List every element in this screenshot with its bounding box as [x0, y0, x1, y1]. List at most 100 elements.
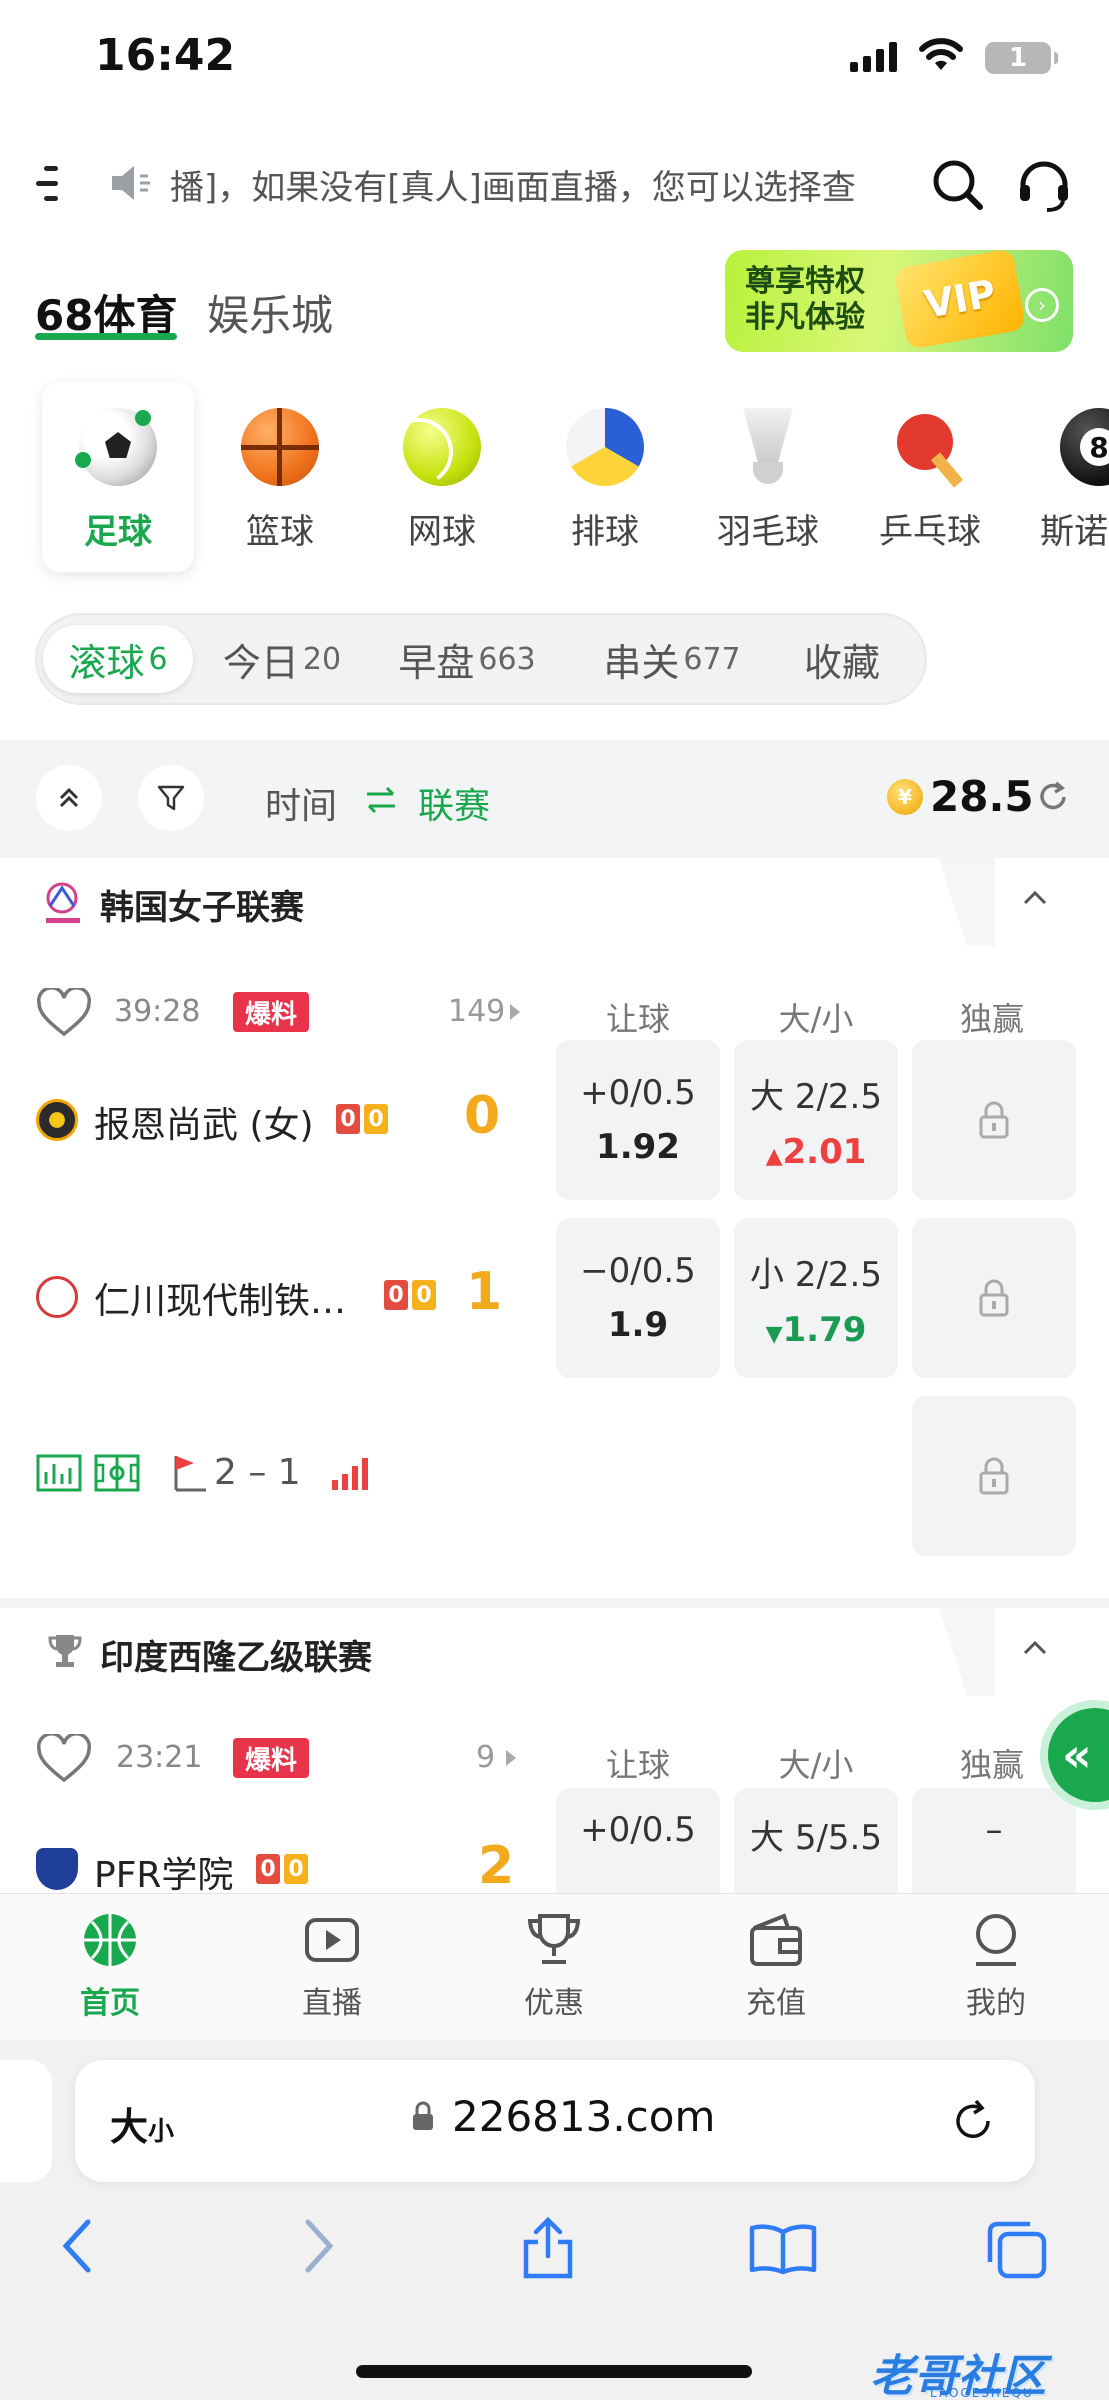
league-name: 韩国女子联赛: [100, 888, 304, 928]
bottom-navigation: 首页 直播 优惠 充值 我的: [0, 1893, 1109, 2040]
pitch-icon[interactable]: [94, 1454, 140, 1496]
nav-label: 首页: [80, 1986, 140, 2021]
forward-icon[interactable]: [298, 2216, 338, 2280]
search-icon[interactable]: [930, 157, 986, 217]
tab-today[interactable]: 今日 20: [207, 625, 357, 693]
bookmarks-icon[interactable]: [748, 2222, 818, 2280]
sport-label: 乒乓球: [879, 512, 981, 552]
reload-icon[interactable]: [950, 2098, 996, 2148]
vip-banner-text: 尊享特权 非凡体验: [745, 264, 865, 336]
vip-banner-line2: 非凡体验: [745, 300, 865, 335]
vip-promo-banner[interactable]: 尊享特权 非凡体验 VIP ›: [725, 250, 1073, 352]
heart-icon[interactable]: [36, 1732, 92, 1788]
team-logo: [36, 1848, 78, 1890]
filter-icon: [157, 785, 185, 811]
odds-handicap-home[interactable]: +0/0.5 1.92: [556, 1040, 720, 1200]
tip-badge[interactable]: 爆料: [233, 992, 309, 1032]
refresh-icon[interactable]: [1036, 780, 1070, 818]
odds-price-up: ▲2.01: [766, 1132, 867, 1172]
odds-moneyline-locked: [912, 1040, 1076, 1200]
share-icon[interactable]: [520, 2216, 576, 2284]
odds-over[interactable]: 大 5/5.5: [734, 1788, 898, 1893]
home-indicator[interactable]: [356, 2365, 752, 2378]
text-size-button[interactable]: 大小: [110, 2096, 174, 2151]
url-text[interactable]: 226813.com: [452, 2092, 715, 2141]
ping-pong-paddle-icon: [891, 408, 969, 486]
corner-flag-icon: [170, 1452, 210, 1496]
sport-label: 网球: [408, 512, 476, 552]
column-moneyline: 独赢: [959, 1000, 1024, 1038]
column-handicap: 让球: [605, 1746, 670, 1784]
sport-volleyball[interactable]: 排球: [529, 382, 681, 572]
trophy-icon: [527, 1914, 581, 1964]
soccer-ball-icon: [75, 408, 157, 486]
sport-label: 篮球: [246, 512, 314, 552]
tip-badge[interactable]: 爆料: [233, 1738, 309, 1778]
yellow-card-count: 0: [284, 1854, 308, 1884]
sport-basketball[interactable]: 篮球: [204, 382, 356, 572]
cellular-signal-icon: [850, 40, 897, 72]
odds-under[interactable]: 小 2/2.5 ▼1.79: [734, 1218, 898, 1378]
menu-icon[interactable]: [36, 162, 66, 206]
basketball-home-icon: [84, 1914, 136, 1966]
odds-handicap-away[interactable]: −0/0.5 1.9: [556, 1218, 720, 1378]
lock-icon: [979, 1101, 1009, 1139]
tabs-icon[interactable]: [984, 2220, 1048, 2284]
chevron-up-icon[interactable]: [1022, 1638, 1048, 1660]
momentum-bars-icon[interactable]: [330, 1456, 370, 1494]
team-logo: [36, 1276, 78, 1318]
sport-snooker[interactable]: 8 斯诺: [1016, 382, 1109, 572]
more-markets-count[interactable]: 9: [476, 1740, 495, 1775]
filter-button[interactable]: [138, 765, 204, 831]
tab-label: 今日: [222, 640, 299, 685]
column-handicap: 让球: [605, 1000, 670, 1038]
nav-profile[interactable]: 我的: [936, 1912, 1056, 2022]
nav-home[interactable]: 首页: [50, 1912, 170, 2022]
tab-count: 663: [478, 641, 536, 677]
sport-tennis[interactable]: 网球: [366, 382, 518, 572]
more-markets-count[interactable]: 149: [448, 994, 505, 1029]
nav-label: 充值: [746, 1986, 806, 2021]
sport-label: 羽毛球: [717, 512, 819, 552]
odds-line: 大 5/5.5: [750, 1818, 882, 1858]
league-header[interactable]: 韩国女子联赛: [0, 858, 1109, 946]
text-size-small: 小: [148, 2117, 175, 2147]
chevron-up-icon[interactable]: [1022, 888, 1048, 910]
league-header[interactable]: 印度西隆乙级联赛: [0, 1608, 1109, 1696]
home-team-name: 报恩尚武 (女): [94, 1105, 314, 1146]
sport-badminton[interactable]: 羽毛球: [692, 382, 844, 572]
customer-service-icon[interactable]: [1015, 157, 1073, 219]
card-counts: 0 0: [384, 1280, 436, 1310]
tab-parlay[interactable]: 串关 677: [577, 625, 767, 693]
previous-tab-preview[interactable]: [0, 2060, 52, 2182]
coin-icon: ¥: [887, 779, 923, 815]
yellow-card-count: 0: [364, 1104, 388, 1134]
odds-over[interactable]: 大 2/2.5 ▲2.01: [734, 1040, 898, 1200]
heart-icon[interactable]: [36, 986, 92, 1042]
swap-icon[interactable]: [363, 782, 399, 822]
odds-moneyline-home[interactable]: –: [912, 1788, 1076, 1893]
collapse-all-button[interactable]: [36, 765, 102, 831]
market-tabs: 滚球 6 今日 20 早盘 663 串关 677 收藏: [35, 613, 927, 705]
nav-deposit[interactable]: 充值: [716, 1912, 836, 2022]
back-icon[interactable]: [58, 2216, 98, 2280]
red-card-count: 0: [336, 1104, 360, 1134]
play-right-icon: [504, 1748, 518, 1772]
double-chevron-left-icon: «: [1062, 1728, 1092, 1782]
text-size-large: 大: [110, 2105, 149, 2149]
sport-table-tennis[interactable]: 乒乓球: [854, 382, 1006, 572]
sort-by-time[interactable]: 时间: [265, 777, 337, 829]
tab-label: 收藏: [803, 640, 880, 685]
stats-chart-icon[interactable]: [36, 1454, 82, 1496]
sport-soccer[interactable]: 足球: [42, 382, 194, 572]
sort-by-league[interactable]: 联赛: [418, 777, 490, 829]
announcement-marquee[interactable]: 播]，如果没有[真人]画面直播，您可以选择查: [170, 160, 880, 209]
sport-label: 足球: [84, 512, 152, 552]
tab-favorites[interactable]: 收藏: [782, 625, 902, 693]
nav-promotions[interactable]: 优惠: [494, 1912, 614, 2022]
tab-early[interactable]: 早盘 663: [372, 625, 562, 693]
tab-live[interactable]: 滚球 6: [43, 625, 193, 693]
odds-handicap-home[interactable]: +0/0.5: [556, 1788, 720, 1893]
nav-live[interactable]: 直播: [272, 1912, 392, 2022]
tab-casino[interactable]: 娱乐城: [207, 282, 333, 343]
